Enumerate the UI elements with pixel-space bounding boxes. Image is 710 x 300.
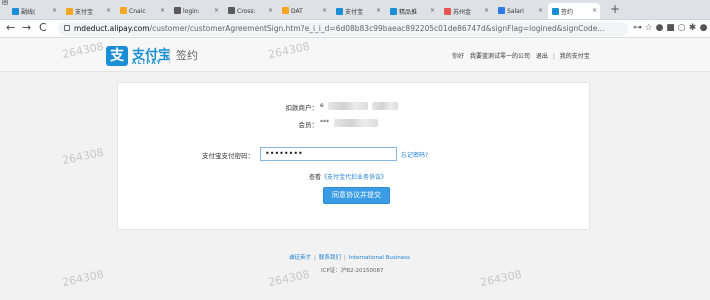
greeting-text: 你好 (452, 53, 465, 60)
address-bar-row: ← → C mdeduct.alipay.com/customer/custom… (0, 20, 710, 38)
key-icon[interactable]: ⊶ (632, 23, 643, 34)
tab-close-icon[interactable]: × (322, 7, 327, 14)
tab-label: 支付宝 (345, 9, 364, 16)
merchant-value-redacted (372, 102, 398, 110)
logout-link[interactable]: 退出 (536, 53, 548, 60)
merchant-label: 扣款商户： (285, 104, 319, 112)
merchant-value-prefix: e (320, 102, 324, 109)
tab-label: 支付宝 (75, 9, 94, 16)
tab-favicon-icon (282, 7, 289, 14)
agreement-prefix: 查看 (309, 174, 322, 181)
tab-label: 副线( (21, 9, 36, 16)
browser-tab[interactable]: 支付宝 × (62, 3, 114, 19)
page-title: 签约 (176, 49, 198, 62)
tab-close-icon[interactable]: × (538, 7, 543, 14)
footer-links: 诚征英才 | 联系我们 | International Business (289, 253, 410, 261)
tab-label: Salari (507, 8, 524, 15)
footer-separator: | (314, 255, 316, 261)
merchant-value-redacted (328, 102, 368, 110)
agree-submit-button[interactable]: 同意协议并提交 (323, 187, 390, 204)
my-alipay-link[interactable]: 我的支付宝 (560, 53, 590, 60)
browser-tab-strip: 函 副线(× 支付宝 × Cnaic × login: × Cross: × DAT × 支付宝 × 精品… (0, 0, 710, 20)
site-header: 支 支付宝 ALIPAY 签约 你好 我要蓝测试零一的公司 退出 | 我的支付宝 (0, 38, 710, 72)
browser-tab[interactable]: 精品推 × (386, 3, 438, 19)
password-label: 支付宝支付密码： (202, 152, 254, 160)
tab-close-icon[interactable]: × (268, 7, 273, 14)
tab-close-icon[interactable]: × (52, 7, 57, 14)
tab-label: 精品推 (399, 9, 418, 16)
tab-close-icon[interactable]: × (430, 7, 435, 14)
browser-tab[interactable]: 支付宝 × (332, 3, 384, 19)
tab-close-icon[interactable]: × (592, 7, 597, 14)
browser-tab[interactable]: login: × (170, 3, 222, 19)
tab-label: 签约 (561, 9, 574, 16)
footer-link-careers[interactable]: 诚征英才 (289, 255, 311, 261)
watermark: 264308 (61, 267, 105, 290)
browser-tab[interactable]: 苏州金 × (440, 3, 492, 19)
puzzle-icon[interactable]: ✱ (687, 23, 698, 34)
tab-favicon-icon (12, 8, 19, 15)
payment-password-input[interactable]: •••••••• (260, 147, 397, 161)
new-tab-button[interactable]: + (610, 2, 620, 16)
extension-icon[interactable]: ■ (665, 23, 676, 34)
tab-favicon-icon (120, 7, 127, 14)
tab-close-icon[interactable]: × (376, 7, 381, 14)
tab-favicon-icon (552, 8, 559, 15)
tab-close-icon[interactable]: × (106, 7, 111, 14)
tab-favicon-icon (66, 8, 73, 15)
extension-icon[interactable]: ● (654, 23, 665, 34)
tab-favicon-icon (228, 7, 235, 14)
nav-divider: | (552, 53, 555, 60)
browser-tab[interactable]: DAT × (278, 3, 330, 19)
tab-label: login: (183, 8, 200, 15)
footer-separator: | (343, 255, 346, 261)
reload-button[interactable]: C (39, 21, 47, 34)
tab-favicon-icon (390, 8, 397, 15)
watermark: 264308 (267, 267, 311, 290)
url-path: /customer/customerAgreementSign.htm?e_i_… (149, 24, 605, 33)
tab-close-icon[interactable]: × (484, 7, 489, 14)
tab-close-icon[interactable]: × (160, 7, 165, 14)
agreement-link[interactable]: 《支付宝代扣业务协议》 (321, 174, 387, 181)
tab-favicon-icon (336, 8, 343, 15)
star-icon[interactable]: ☆ (643, 23, 654, 34)
browser-tab[interactable]: Salari × (494, 3, 546, 19)
tab-close-icon[interactable]: × (214, 7, 219, 14)
browser-tab[interactable]: 副线( × (8, 3, 60, 19)
forgot-password-link[interactable]: 忘记密码? (401, 150, 428, 159)
watermark: 264308 (479, 267, 523, 290)
agreement-line: 查看《支付宝代扣业务协议》 (309, 172, 387, 181)
back-button[interactable]: ← (6, 21, 15, 34)
lock-icon (64, 25, 70, 31)
extension-icon[interactable]: ○ (676, 23, 687, 34)
tab-label: 苏州金 (453, 9, 472, 16)
browser-tab[interactable]: 签约 × (548, 3, 600, 19)
browser-tab[interactable]: Cross: × (224, 3, 276, 19)
company-link[interactable]: 我要蓝测试零一的公司 (470, 53, 530, 60)
tab-favicon-icon (498, 7, 505, 14)
logo-divider (169, 48, 170, 64)
forward-button[interactable]: → (22, 21, 31, 34)
member-label: 会员： (298, 121, 319, 129)
profile-icon[interactable]: ● (698, 23, 709, 34)
url-host: mdeduct.alipay.com (74, 24, 150, 33)
tab-label: Cnaic (129, 8, 146, 15)
footer-link-contact[interactable]: 联系我们 (319, 255, 341, 261)
footer-icp: ICP证：沪B2-20150087 (321, 268, 384, 274)
member-value-prefix: *** (320, 119, 329, 126)
footer-link-international[interactable]: International Business (349, 255, 410, 261)
tab-label: Cross: (237, 8, 256, 15)
tab-label: DAT (291, 8, 303, 15)
member-value-redacted (334, 119, 378, 127)
url-input[interactable]: mdeduct.alipay.com/customer/customerAgre… (58, 22, 628, 36)
watermark: 264308 (61, 145, 105, 168)
tab-favicon-icon (444, 8, 451, 15)
alipay-logo-icon[interactable]: 支 (106, 46, 128, 66)
tab-favicon-icon (174, 7, 181, 14)
alipay-logo-en[interactable]: ALIPAY (132, 60, 162, 66)
browser-tab[interactable]: Cnaic × (116, 3, 168, 19)
header-user-nav: 你好 我要蓝测试零一的公司 退出 | 我的支付宝 (452, 51, 590, 60)
